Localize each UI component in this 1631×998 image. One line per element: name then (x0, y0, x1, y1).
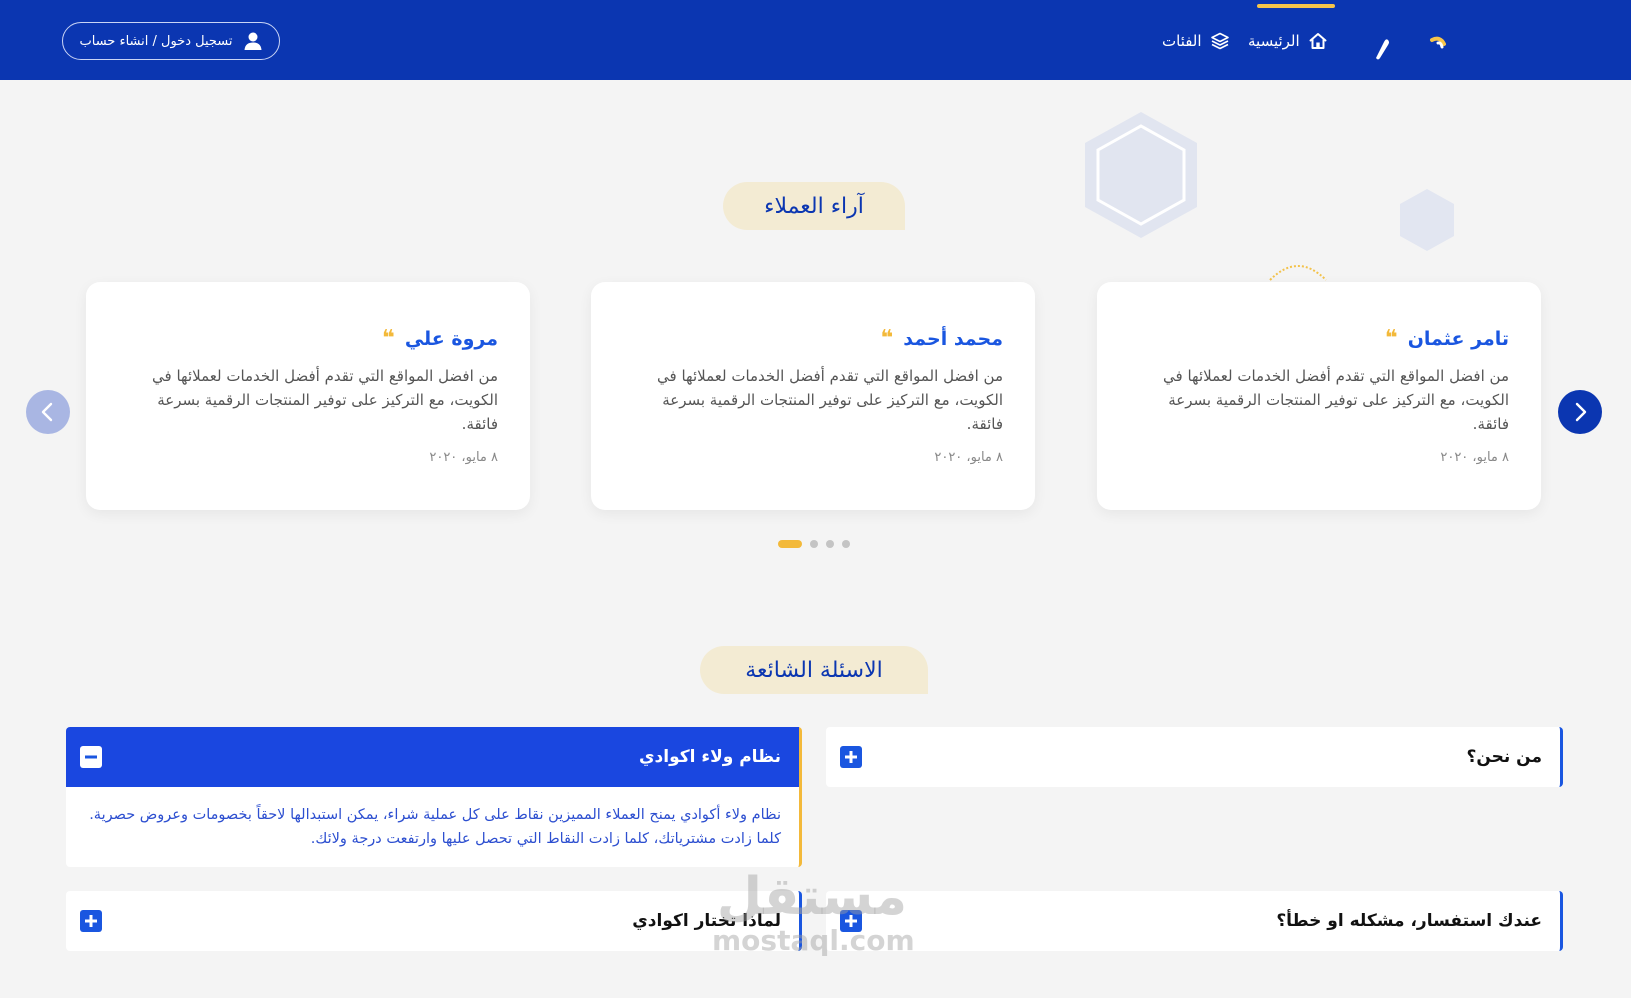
mostaql-watermark: مستقل mostaql.com (712, 867, 915, 978)
carousel-prev-button[interactable] (26, 390, 70, 434)
faq-question-row[interactable]: من نحن؟ (826, 727, 1560, 787)
login-register-button[interactable]: تسجيل دخول / انشاء حساب (62, 22, 280, 60)
watermark-arabic: مستقل (716, 867, 908, 927)
testimonial-author-name: محمد أحمد (903, 328, 1003, 350)
faq-question: نظام ولاء اكوادي (638, 747, 781, 767)
testimonials-section-title: آراء العملاء (723, 182, 905, 230)
plus-icon[interactable] (80, 910, 102, 932)
testimonial-card: تامر عثمان ❝ من افضل المواقع التي تقدم أ… (1097, 282, 1541, 510)
faq-answer: نظام ولاء أكوادي يمنح العملاء المميزين ن… (89, 807, 781, 847)
nav-active-indicator (1257, 4, 1335, 8)
nav-categories-label: الفئات (1162, 32, 1202, 50)
faq-question-row[interactable]: لماذا تختار اكوادي (66, 891, 799, 951)
faq-item-inquiry[interactable]: عندك استفسار، مشكله او خطأ؟ (826, 891, 1563, 951)
faq-item-why-choose[interactable]: لماذا تختار اكوادي (66, 891, 802, 951)
testimonial-text: من افضل المواقع التي تقدم أفضل الخدمات ل… (657, 367, 1003, 433)
layers-icon (1210, 32, 1229, 50)
hexagon-decoration (1085, 112, 1197, 238)
carousel-dot[interactable] (810, 540, 818, 548)
faq-section-title: الاسئلة الشائعة (700, 646, 928, 694)
carousel-dot[interactable] (842, 540, 850, 548)
watermark-latin: mostaql.com (712, 924, 915, 957)
nav-home-label: الرئيسية (1248, 32, 1300, 50)
login-register-label: تسجيل دخول / انشاء حساب (79, 33, 233, 49)
faq-item-loyalty[interactable]: نظام ولاء اكوادي نظام ولاء أكوادي يمنح ا… (66, 727, 802, 867)
testimonial-author-name: تامر عثمان (1407, 328, 1509, 350)
nav-item-categories[interactable]: الفئات (1162, 28, 1230, 54)
testimonials-title-text: آراء العملاء (764, 193, 864, 219)
testimonial-card: مروة علي ❝ من افضل المواقع التي تقدم أفض… (86, 282, 530, 510)
testimonial-author: مروة علي ❝ (118, 326, 498, 351)
carousel-dot[interactable] (826, 540, 834, 548)
faq-title-text: الاسئلة الشائعة (745, 657, 883, 683)
chevron-left-icon (41, 402, 53, 422)
carousel-dots (778, 540, 850, 548)
testimonial-author: محمد أحمد ❝ (623, 326, 1003, 351)
top-navbar: تسجيل دخول / انشاء حساب الرئيسية الفئات (0, 0, 1631, 80)
nav-item-home[interactable]: الرئيسية (1248, 28, 1328, 54)
faq-item-about-us[interactable]: من نحن؟ (826, 727, 1563, 787)
small-hexagon-decoration (1400, 189, 1454, 251)
faq-question: من نحن؟ (1466, 747, 1542, 767)
testimonial-date: ٨ مايو، ٢٠٢٠ (429, 450, 498, 465)
plus-icon[interactable] (840, 746, 862, 768)
testimonial-card: محمد أحمد ❝ من افضل المواقع التي تقدم أف… (591, 282, 1035, 510)
faq-question-row[interactable]: نظام ولاء اكوادي (66, 727, 799, 787)
faq-question-row[interactable]: عندك استفسار، مشكله او خطأ؟ (826, 891, 1560, 951)
quote-icon: ❝ (381, 326, 395, 351)
faq-question: عندك استفسار، مشكله او خطأ؟ (1276, 911, 1542, 931)
quote-icon: ❝ (1384, 326, 1398, 351)
testimonial-author: تامر عثمان ❝ (1129, 326, 1509, 351)
carousel-next-button[interactable] (1558, 390, 1602, 434)
testimonial-date: ٨ مايو، ٢٠٢٠ (1440, 450, 1509, 465)
logo-icon[interactable] (1370, 30, 1450, 62)
testimonial-text: من افضل المواقع التي تقدم أفضل الخدمات ل… (152, 367, 498, 433)
home-icon (1309, 33, 1327, 49)
testimonial-author-name: مروة علي (404, 328, 498, 350)
chevron-right-icon (1575, 402, 1587, 422)
testimonial-date: ٨ مايو، ٢٠٢٠ (934, 450, 1003, 465)
dotted-arc-decoration (1269, 265, 1327, 281)
user-icon (244, 32, 262, 50)
minus-icon[interactable] (80, 746, 102, 768)
quote-icon: ❝ (880, 326, 894, 351)
testimonial-text: من افضل المواقع التي تقدم أفضل الخدمات ل… (1163, 367, 1509, 433)
carousel-dot-active[interactable] (778, 540, 802, 548)
